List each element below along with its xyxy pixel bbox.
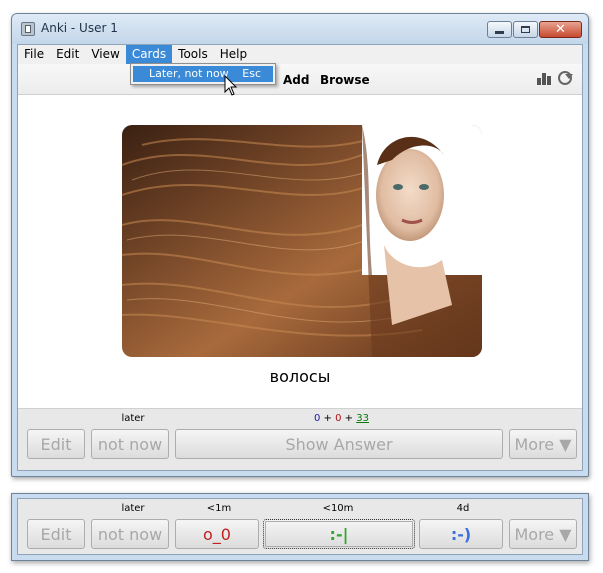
title-bar[interactable]: Anki - User 1 ✕ — [12, 14, 588, 44]
window-title: Anki - User 1 — [41, 21, 118, 35]
window-controls: ✕ — [486, 21, 582, 38]
menu-bar: File Edit View Cards Tools Help — [18, 45, 582, 64]
main-window: Anki - User 1 ✕ File Edit View Cards Too… — [11, 13, 589, 477]
not-now-button[interactable]: not now — [91, 519, 169, 549]
not-now-button[interactable]: not now — [91, 429, 169, 459]
easy-interval-label: 4d — [456, 503, 470, 514]
add-link[interactable]: Add — [283, 73, 309, 87]
again-button[interactable]: o_0 — [175, 519, 259, 549]
minimize-button[interactable] — [487, 21, 512, 38]
later-label: later — [121, 413, 145, 424]
count-sep-2: + — [341, 413, 357, 424]
browse-link[interactable]: Browse — [320, 73, 370, 87]
later-label: later — [121, 503, 145, 514]
toolbar-icons — [537, 71, 573, 85]
card-area: волосы — [18, 95, 582, 425]
menu-file[interactable]: File — [18, 45, 50, 64]
menu-item-label: Later, not now — [149, 67, 229, 80]
later-not-now-menu-item[interactable]: Later, not now Esc — [133, 66, 273, 82]
sync-icon[interactable] — [558, 71, 573, 85]
more-button[interactable]: More ▼ — [509, 429, 577, 459]
good-interval-label: <10m — [322, 503, 354, 514]
cards-dropdown-menu: Later, not now Esc — [130, 63, 276, 85]
again-interval-label: <1m — [206, 503, 232, 514]
close-icon: ✕ — [555, 22, 566, 37]
client-area: File Edit View Cards Tools Help Add Brow… — [17, 44, 583, 471]
card-image — [122, 125, 482, 357]
maximize-button[interactable] — [513, 21, 538, 38]
due-counts: 0 + 0 + 33 — [314, 413, 369, 424]
review-bottom-bar: later 0 + 0 + 33 Edit not now Show Answe… — [18, 408, 582, 470]
count-sep-1: + — [320, 413, 336, 424]
menu-cards[interactable]: Cards — [125, 45, 173, 64]
good-button[interactable]: :-| — [263, 519, 415, 549]
answer-bottom-bar: later <1m <10m 4d Edit not now o_0 :-| :… — [17, 498, 583, 555]
answer-strip-window: later <1m <10m 4d Edit not now o_0 :-| :… — [11, 493, 589, 561]
menu-edit[interactable]: Edit — [50, 45, 85, 64]
review-count[interactable]: 33 — [356, 413, 369, 424]
toolbar: Add Browse — [18, 64, 582, 95]
app-icon — [21, 22, 35, 36]
menu-item-shortcut: Esc — [242, 67, 261, 80]
mouse-cursor-icon — [224, 75, 238, 96]
maximize-icon — [521, 26, 530, 33]
easy-button[interactable]: :-) — [419, 519, 503, 549]
menu-view[interactable]: View — [85, 45, 125, 64]
more-button[interactable]: More ▼ — [509, 519, 577, 549]
edit-button[interactable]: Edit — [27, 429, 85, 459]
close-button[interactable]: ✕ — [539, 21, 582, 38]
menu-tools[interactable]: Tools — [172, 45, 214, 64]
stats-icon[interactable] — [537, 71, 553, 85]
menu-help[interactable]: Help — [214, 45, 253, 64]
show-answer-button[interactable]: Show Answer — [175, 429, 503, 459]
edit-button[interactable]: Edit — [27, 519, 85, 549]
minimize-icon — [495, 31, 504, 34]
hair-photo-illustration — [122, 125, 482, 357]
card-word: волосы — [269, 367, 331, 386]
